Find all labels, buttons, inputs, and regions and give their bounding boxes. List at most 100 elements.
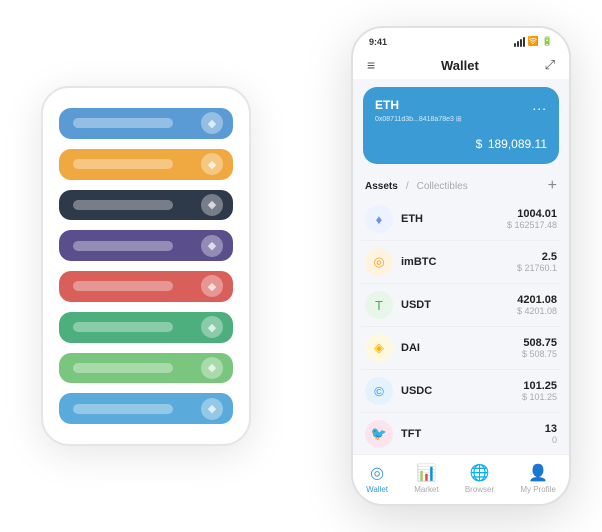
status-time: 9:41: [369, 37, 387, 47]
scene: ◆ ◆ ◆ ◆ ◆ ◆ ◆ ◆ 9:41: [11, 11, 591, 521]
asset-icon: ◈: [365, 334, 393, 362]
asset-icon: T: [365, 291, 393, 319]
card-row[interactable]: ◆: [59, 393, 233, 424]
card-icon: ◆: [201, 194, 223, 216]
card-row[interactable]: ◆: [59, 230, 233, 261]
asset-right: 1004.01 $ 162517.48: [507, 208, 557, 230]
asset-icon: 🐦: [365, 420, 393, 448]
wallet-tab-label: Wallet: [366, 485, 388, 494]
asset-usd: $ 21760.1: [517, 263, 557, 273]
asset-name: ETH: [401, 213, 423, 225]
asset-right: 2.5 $ 21760.1: [517, 251, 557, 273]
card-row[interactable]: ◆: [59, 353, 233, 384]
tab-wallet[interactable]: ◎ Wallet: [366, 463, 388, 494]
asset-name: USDC: [401, 385, 432, 397]
asset-name: TFT: [401, 428, 421, 440]
tab-collectibles[interactable]: Collectibles: [417, 181, 468, 192]
card-label: [73, 322, 173, 332]
assets-tabs: Assets / Collectibles: [365, 181, 468, 192]
myprofile-tab-label: My Profile: [520, 485, 556, 494]
asset-left: ♦ ETH: [365, 205, 423, 233]
eth-balance-value: 189,089.11: [488, 137, 547, 151]
status-bar: 9:41 🛜 🔋: [353, 28, 569, 51]
card-row[interactable]: ◆: [59, 190, 233, 221]
asset-item[interactable]: T USDT 4201.08 $ 4201.08: [361, 284, 561, 327]
card-label: [73, 363, 173, 373]
asset-name: imBTC: [401, 256, 436, 268]
card-icon: ◆: [201, 235, 223, 257]
tab-browser[interactable]: 🌐 Browser: [465, 463, 494, 494]
asset-right: 508.75 $ 508.75: [522, 337, 557, 359]
asset-amount: 4201.08: [517, 294, 557, 306]
asset-right: 4201.08 $ 4201.08: [517, 294, 557, 316]
asset-left: © USDC: [365, 377, 432, 405]
asset-icon: ♦: [365, 205, 393, 233]
bottom-tabs: ◎ Wallet 📊 Market 🌐 Browser 👤 My Profile: [353, 454, 569, 504]
eth-balance-currency: $: [476, 137, 483, 151]
asset-usd: $ 508.75: [522, 349, 557, 359]
card-row[interactable]: ◆: [59, 312, 233, 343]
eth-card-menu[interactable]: ...: [532, 97, 547, 113]
eth-card[interactable]: ETH ... 0x08711d3b...8418a78e3 ⊞ $ 189,0…: [363, 87, 559, 164]
assets-header: Assets / Collectibles +: [353, 172, 569, 198]
asset-list: ♦ ETH 1004.01 $ 162517.48 ◎ imBTC 2.5 $ …: [353, 198, 569, 454]
market-tab-icon: 📊: [416, 463, 436, 483]
menu-icon[interactable]: ≡: [367, 57, 375, 73]
asset-usd: 0: [545, 435, 557, 445]
asset-amount: 101.25: [522, 380, 557, 392]
card-label: [73, 159, 173, 169]
card-label: [73, 281, 173, 291]
tab-separator: /: [406, 181, 409, 192]
asset-right: 13 0: [545, 423, 557, 445]
card-row[interactable]: ◆: [59, 108, 233, 139]
eth-address: 0x08711d3b...8418a78e3 ⊞: [375, 115, 547, 123]
status-icons: 🛜 🔋: [514, 36, 553, 47]
nav-title: Wallet: [441, 58, 479, 73]
card-label: [73, 118, 173, 128]
card-label: [73, 404, 173, 414]
asset-left: ◈ DAI: [365, 334, 420, 362]
myprofile-tab-icon: 👤: [528, 463, 548, 483]
browser-tab-label: Browser: [465, 485, 494, 494]
card-icon: ◆: [201, 112, 223, 134]
asset-left: ◎ imBTC: [365, 248, 436, 276]
card-row[interactable]: ◆: [59, 271, 233, 302]
asset-item[interactable]: 🐦 TFT 13 0: [361, 413, 561, 454]
eth-balance: $ 189,089.11: [375, 131, 547, 154]
eth-card-header: ETH ...: [375, 97, 547, 113]
market-tab-label: Market: [414, 485, 438, 494]
expand-icon[interactable]: ⤢: [545, 57, 555, 73]
tab-myprofile[interactable]: 👤 My Profile: [520, 463, 556, 494]
card-icon: ◆: [201, 275, 223, 297]
card-icon: ◆: [201, 357, 223, 379]
asset-usd: $ 101.25: [522, 392, 557, 402]
asset-left: T USDT: [365, 291, 431, 319]
asset-icon: ◎: [365, 248, 393, 276]
asset-item[interactable]: ♦ ETH 1004.01 $ 162517.48: [361, 198, 561, 241]
asset-name: USDT: [401, 299, 431, 311]
card-icon: ◆: [201, 316, 223, 338]
asset-icon: ©: [365, 377, 393, 405]
battery-icon: 🔋: [542, 36, 553, 47]
asset-amount: 13: [545, 423, 557, 435]
card-label: [73, 200, 173, 210]
asset-item[interactable]: © USDC 101.25 $ 101.25: [361, 370, 561, 413]
asset-usd: $ 4201.08: [517, 306, 557, 316]
front-phone: 9:41 🛜 🔋 ≡ Wallet ⤢ ET: [351, 26, 571, 506]
wifi-icon: 🛜: [528, 36, 539, 47]
phone-content: ETH ... 0x08711d3b...8418a78e3 ⊞ $ 189,0…: [353, 79, 569, 454]
tab-assets[interactable]: Assets: [365, 181, 398, 192]
card-icon: ◆: [201, 153, 223, 175]
card-row[interactable]: ◆: [59, 149, 233, 180]
tab-market[interactable]: 📊 Market: [414, 463, 438, 494]
asset-item[interactable]: ◎ imBTC 2.5 $ 21760.1: [361, 241, 561, 284]
card-icon: ◆: [201, 398, 223, 420]
browser-tab-icon: 🌐: [470, 463, 490, 483]
add-asset-button[interactable]: +: [548, 178, 557, 194]
asset-item[interactable]: ◈ DAI 508.75 $ 508.75: [361, 327, 561, 370]
asset-usd: $ 162517.48: [507, 220, 557, 230]
asset-amount: 508.75: [522, 337, 557, 349]
back-phone: ◆ ◆ ◆ ◆ ◆ ◆ ◆ ◆: [41, 86, 251, 446]
asset-amount: 2.5: [517, 251, 557, 263]
asset-name: DAI: [401, 342, 420, 354]
